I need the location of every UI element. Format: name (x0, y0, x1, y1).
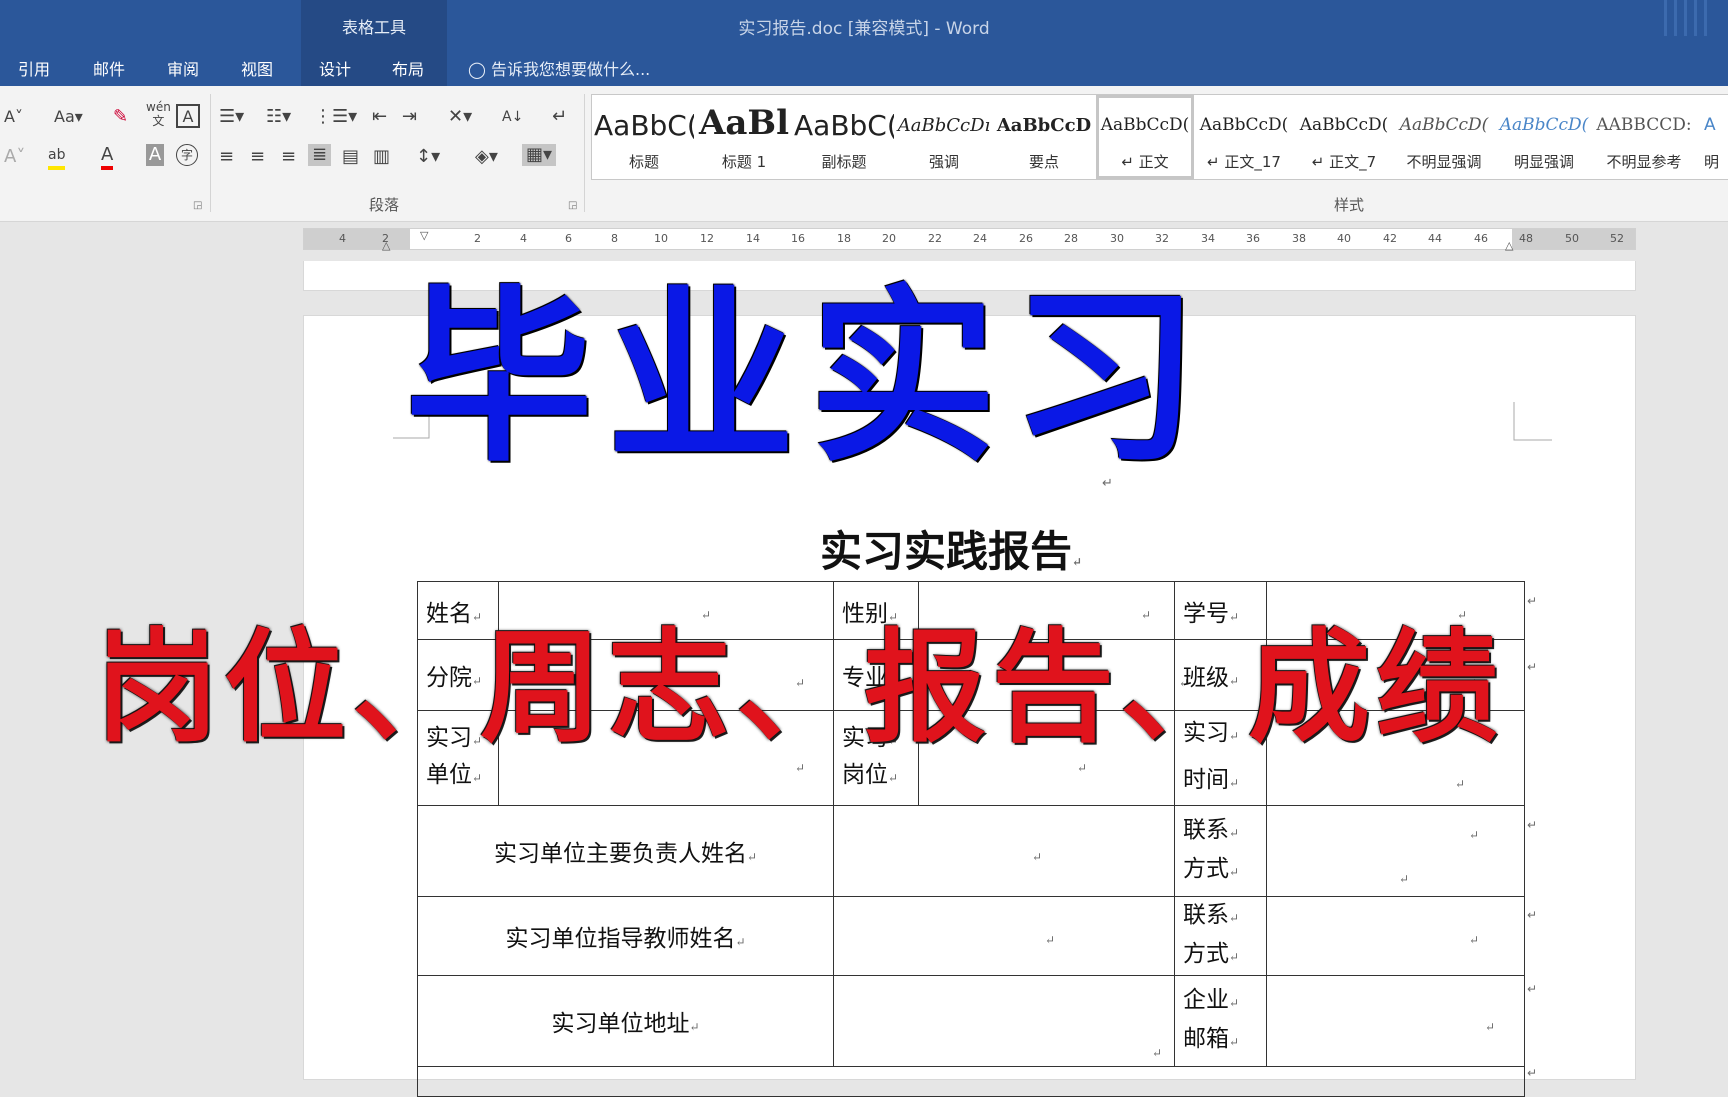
font-dialog-launcher[interactable]: ◲ (193, 200, 202, 211)
table-row: 实习单位地址↵ ↵ 企业↵ 邮箱↵ ↵ (417, 975, 1525, 1067)
line-spacing-icon[interactable]: ↕▾ (416, 146, 440, 168)
teacher-name-label: 实习单位指导教师姓名↵ (417, 896, 834, 976)
char-border-icon[interactable]: A (176, 104, 200, 128)
ruler-numbers: 4 2 2 4 6 8 10 12 14 16 18 20 22 24 26 2… (339, 232, 1624, 245)
column-icon[interactable]: ▥ (373, 146, 390, 168)
align-left-icon[interactable]: ≡ (219, 146, 234, 168)
tab-review[interactable]: 审阅 (167, 56, 199, 80)
borders-icon[interactable]: ▦▾ (522, 144, 557, 166)
shrink-font-icon[interactable]: A˅ (4, 106, 23, 128)
numbering-icon[interactable]: ☷▾ (266, 106, 291, 128)
align-right-icon[interactable]: ≡ (281, 146, 296, 168)
enclose-char-icon[interactable]: 字 (176, 144, 198, 166)
justify-icon[interactable]: ≣ (308, 144, 332, 166)
show-marks-icon[interactable]: ↵ (552, 106, 567, 128)
row-end-mark: ↵ (1527, 982, 1538, 996)
char-shading-icon[interactable]: A (146, 144, 164, 166)
teacher-name-value-cell[interactable]: ↵ (833, 896, 1175, 976)
distributed-icon[interactable]: ▤ (342, 146, 359, 168)
paragraph-group-label: 段落 (369, 196, 400, 214)
change-case-button[interactable]: Aa▾ (54, 106, 83, 128)
style-intense-reference[interactable]: A 明 (1694, 95, 1728, 179)
text-effects-icon[interactable]: A˅ (4, 146, 25, 168)
table-extra-row[interactable] (417, 1066, 1525, 1097)
paragraph-mark: ↵ (1102, 476, 1113, 491)
window-title: 实习报告.doc [兼容模式] - Word (738, 19, 990, 39)
email-label: 企业↵ 邮箱↵ (1174, 975, 1267, 1067)
style-title[interactable]: AaBbC( 标题 (594, 95, 694, 179)
sort-icon[interactable]: A↓ (502, 106, 523, 128)
contact2-label: 联系↵ 方式↵ (1174, 896, 1267, 976)
row-end-mark: ↵ (1527, 818, 1538, 832)
style-normal[interactable]: AaBbCcD( ↵ 正文 (1096, 95, 1194, 179)
group-separator (584, 94, 585, 212)
contact-label: 联系↵ 方式↵ (1174, 805, 1267, 897)
lightbulb-icon: ◯ (468, 60, 486, 79)
style-subtle-emphasis[interactable]: AaBbCcD( 不明显强调 (1394, 95, 1494, 179)
head-name-label: 实习单位主要负责人姓名↵ (417, 805, 834, 897)
styles-group-label: 样式 (1334, 196, 1365, 214)
ribbon: A˅ Aa▾ ✎ wén 文 A A˅ ab A A 字 ◲ ☰▾ ☷▾ ⋮☰▾ … (0, 86, 1728, 222)
window-decoration (1658, 0, 1718, 40)
style-normal-17[interactable]: AaBbCcD( ↵ 正文_17 (1194, 95, 1294, 179)
overlay-caption: 岗位、周志、报告、成绩 (96, 615, 1504, 759)
style-strong[interactable]: AaBbCcD 要点 (994, 95, 1094, 179)
style-intense-emphasis[interactable]: AaBbCcD( 明显强调 (1494, 95, 1594, 179)
hanging-indent-marker[interactable]: △ (382, 239, 390, 252)
font-color-icon[interactable]: A (101, 144, 114, 170)
contact2-value-cell[interactable]: ↵ (1266, 896, 1525, 976)
tab-references[interactable]: 引用 (18, 56, 50, 80)
clear-formatting-icon[interactable]: ✎ (113, 106, 128, 128)
right-indent-marker[interactable]: △ (1505, 239, 1513, 252)
row-end-mark: ↵ (1527, 908, 1538, 922)
table-row (417, 1066, 1525, 1097)
table-row: 实习单位指导教师姓名↵ ↵ 联系↵ 方式↵ ↵ (417, 896, 1525, 976)
group-separator (210, 94, 211, 212)
multilevel-list-icon[interactable]: ⋮☰▾ (314, 106, 357, 128)
decrease-indent-icon[interactable]: ⇤ (372, 106, 387, 128)
style-subtitle[interactable]: AaBbC( 副标题 (794, 95, 894, 179)
row-end-mark: ↵ (1527, 1066, 1538, 1080)
address-value-cell[interactable]: ↵ (833, 975, 1175, 1067)
email-value-cell[interactable]: ↵ (1266, 975, 1525, 1067)
tell-me-text: 告诉我您想要做什么... (491, 60, 651, 79)
tab-layout[interactable]: 布局 (392, 56, 424, 80)
style-subtle-reference[interactable]: AABBCCD: 不明显参考 (1594, 95, 1694, 179)
paragraph-dialog-launcher[interactable]: ◲ (568, 200, 577, 211)
align-center-icon[interactable]: ≡ (250, 146, 265, 168)
row-end-mark: ↵ (1527, 594, 1538, 608)
increase-indent-icon[interactable]: ⇥ (402, 106, 417, 128)
tell-me-box[interactable]: ◯ 告诉我您想要做什么... (468, 56, 650, 80)
horizontal-ruler[interactable]: 4 2 2 4 6 8 10 12 14 16 18 20 22 24 26 2… (303, 228, 1636, 252)
tab-mailings[interactable]: 邮件 (93, 56, 125, 80)
corner-mark-right (1513, 402, 1552, 441)
style-emphasis[interactable]: AaBbCcDı 强调 (894, 95, 994, 179)
style-normal-7[interactable]: AaBbCcD( ↵ 正文_7 (1294, 95, 1394, 179)
shading-icon[interactable]: ◈▾ (475, 146, 498, 168)
bullets-icon[interactable]: ☰▾ (219, 106, 244, 128)
style-heading-1[interactable]: AaBl 标题 1 (694, 95, 794, 179)
styles-gallery: AaBbC( 标题 AaBl 标题 1 AaBbC( 副标题 AaBbCcDı … (591, 94, 1728, 180)
table-row: 实习单位主要负责人姓名↵ ↵ 联系↵ 方式↵ ↵ ↵ (417, 805, 1525, 897)
first-line-indent-marker[interactable]: ▽ (420, 229, 428, 242)
address-label: 实习单位地址↵ (417, 975, 834, 1067)
chinese-layout-icon[interactable]: ✕▾ (448, 106, 472, 128)
phonetic-guide-icon[interactable]: wén 文 (146, 100, 171, 128)
tab-design[interactable]: 设计 (319, 56, 351, 80)
head-name-value-cell[interactable]: ↵ (833, 805, 1175, 897)
tab-view[interactable]: 视图 (241, 56, 273, 80)
highlight-icon[interactable]: ab (48, 144, 66, 170)
report-title: 实习实践报告↵ (820, 527, 1083, 576)
contact-value-cell[interactable]: ↵ ↵ (1266, 805, 1525, 897)
big-title-wordart: 毕业实习 (405, 267, 1213, 488)
